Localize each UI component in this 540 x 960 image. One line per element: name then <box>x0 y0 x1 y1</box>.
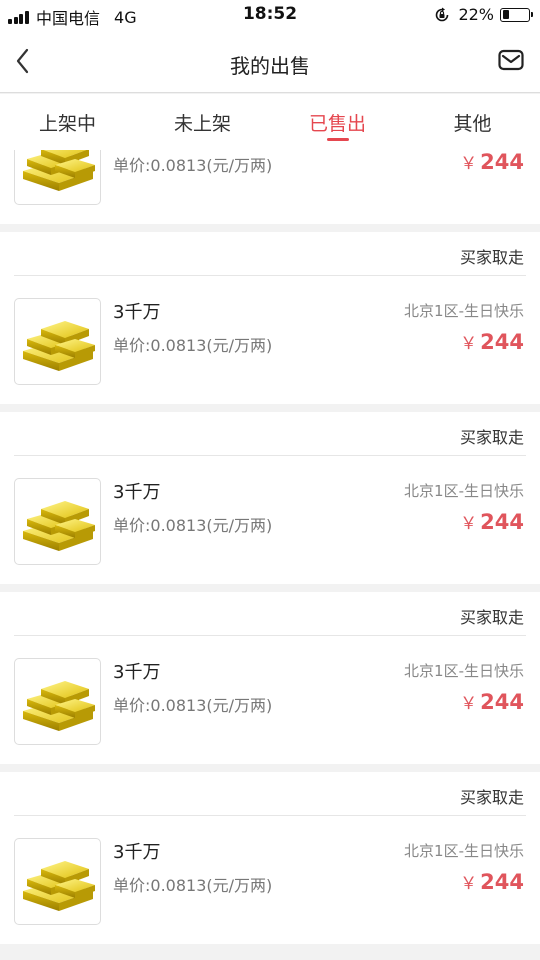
gold-bars-icon <box>23 681 95 731</box>
item-thumbnail <box>14 298 101 385</box>
tab-label: 未上架 <box>173 113 231 135</box>
order-card[interactable]: 买家取走 <box>0 232 540 404</box>
active-tab-indicator <box>326 138 349 141</box>
price: ￥ 244 <box>460 869 524 894</box>
unit-price: 单价:0.0813(元/万两) <box>113 336 273 355</box>
gold-bars-icon <box>23 321 95 371</box>
price-amount: 244 <box>480 150 524 174</box>
divider <box>14 275 526 276</box>
order-list[interactable]: 买家取走 <box>0 150 540 960</box>
order-status: 买家取走 <box>459 608 524 627</box>
status-right: 22% <box>434 5 533 24</box>
tab-listing[interactable]: 上架中 <box>0 94 135 150</box>
server-name: 北京1区-生日快乐 <box>404 482 524 500</box>
tab-other[interactable]: 其他 <box>405 94 540 150</box>
item-name: 3千万 <box>113 482 161 503</box>
currency-symbol: ￥ <box>460 874 478 894</box>
price: ￥ 244 <box>460 150 524 174</box>
order-card[interactable]: 买家取走 <box>0 772 540 944</box>
price-amount: 244 <box>480 330 524 354</box>
order-status: 买家取走 <box>459 788 524 807</box>
server-name: 北京1区-生日快乐 <box>404 302 524 320</box>
unit-price: 单价:0.0813(元/万两) <box>113 876 273 895</box>
divider <box>14 455 526 456</box>
order-card[interactable]: 买家取走 <box>0 150 540 224</box>
price-amount: 244 <box>480 870 524 894</box>
page-title: 我的出售 <box>230 54 310 78</box>
item-thumbnail <box>14 838 101 925</box>
price: ￥ 244 <box>460 689 524 714</box>
divider <box>14 815 526 816</box>
item-thumbnail <box>14 658 101 745</box>
gold-bars-icon <box>23 861 95 911</box>
server-name: 北京1区-生日快乐 <box>404 662 524 680</box>
status-bar: 中国电信 4G 18:52 22% <box>0 0 540 30</box>
order-list-content: 买家取走 <box>0 150 540 952</box>
tab-label: 上架中 <box>38 113 96 135</box>
envelope-icon[interactable] <box>498 48 524 72</box>
currency-symbol: ￥ <box>460 694 478 714</box>
item-thumbnail <box>14 150 101 205</box>
tab-label: 其他 <box>453 113 492 135</box>
item-name: 3千万 <box>113 842 161 863</box>
currency-symbol: ￥ <box>460 514 478 534</box>
server-name: 北京1区-生日快乐 <box>404 842 524 860</box>
price: ￥ 244 <box>460 329 524 354</box>
unit-price: 单价:0.0813(元/万两) <box>113 516 273 535</box>
divider <box>14 635 526 636</box>
tab-unlisted[interactable]: 未上架 <box>135 94 270 150</box>
price-amount: 244 <box>480 690 524 714</box>
unit-price: 单价:0.0813(元/万两) <box>113 696 273 715</box>
order-status: 买家取走 <box>459 428 524 447</box>
item-thumbnail <box>14 478 101 565</box>
gold-bars-icon <box>23 501 95 551</box>
tab-bar: 上架中 未上架 已售出 其他 <box>0 94 540 150</box>
order-status: 买家取走 <box>459 248 524 267</box>
gold-bars-icon <box>23 150 95 191</box>
currency-symbol: ￥ <box>460 334 478 354</box>
order-card[interactable]: 买家取走 <box>0 592 540 764</box>
orientation-lock-icon <box>436 7 449 21</box>
order-card[interactable]: 买家取走 <box>0 412 540 584</box>
price: ￥ 244 <box>460 509 524 534</box>
currency-symbol: ￥ <box>460 154 478 174</box>
item-name: 3千万 <box>113 662 161 683</box>
battery-percent: 22% <box>458 5 494 24</box>
item-name: 3千万 <box>113 302 161 323</box>
tab-label: 已售出 <box>308 113 366 135</box>
tab-sold[interactable]: 已售出 <box>270 94 405 150</box>
unit-price: 单价:0.0813(元/万两) <box>113 156 273 175</box>
battery-icon <box>500 7 533 22</box>
nav-bar: 我的出售 <box>0 30 540 93</box>
price-amount: 244 <box>480 510 524 534</box>
